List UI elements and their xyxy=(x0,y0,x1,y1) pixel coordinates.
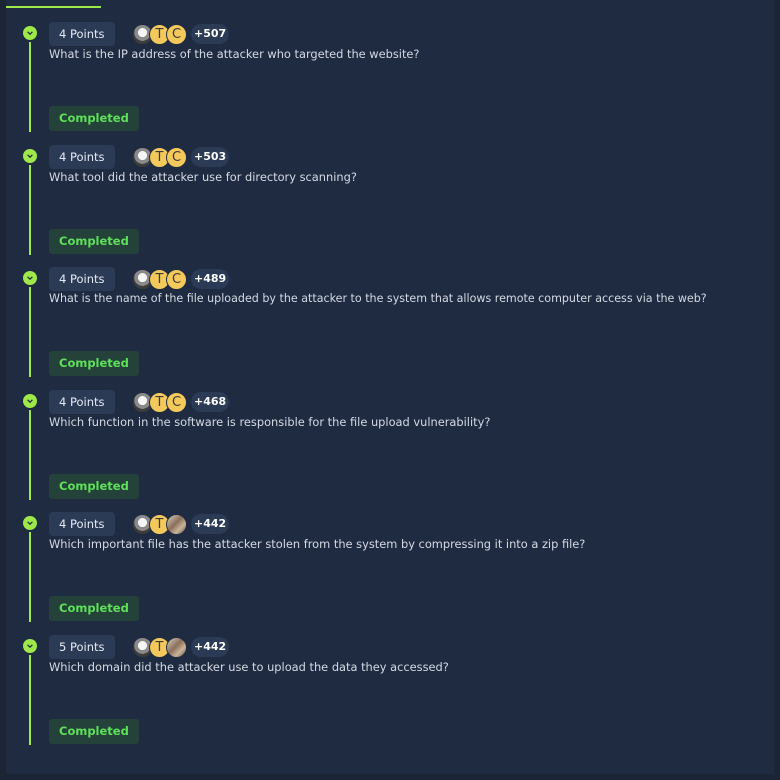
timeline-line xyxy=(29,532,31,622)
active-tab-indicator xyxy=(6,6,101,8)
status-badge: Completed xyxy=(49,351,139,376)
solver-count: +442 xyxy=(191,514,230,534)
points-badge: 4 Points xyxy=(49,22,115,46)
solver-avatars[interactable]: T C +507 xyxy=(132,23,230,45)
points-badge: 5 Points xyxy=(49,635,115,659)
solver-avatars[interactable]: T +442 xyxy=(132,513,230,535)
check-icon xyxy=(23,149,37,163)
solver-count: +507 xyxy=(191,24,230,44)
solver-count: +503 xyxy=(191,147,230,167)
solver-avatars[interactable]: T +442 xyxy=(132,636,230,658)
status-badge: Completed xyxy=(49,719,139,744)
solver-count: +442 xyxy=(191,637,230,657)
avatar xyxy=(166,636,187,658)
check-icon xyxy=(23,271,37,285)
timeline-line xyxy=(29,287,31,377)
status-badge: Completed xyxy=(49,229,139,254)
points-badge: 4 Points xyxy=(49,512,115,536)
avatar xyxy=(166,513,187,535)
points-badge: 4 Points xyxy=(49,267,115,291)
check-icon xyxy=(23,516,37,530)
timeline-line xyxy=(29,42,31,132)
solver-avatars[interactable]: T C +468 xyxy=(132,391,230,413)
question-text: What is the IP address of the attacker w… xyxy=(49,47,420,61)
question-text: What tool did the attacker use for direc… xyxy=(49,170,357,184)
avatar: C xyxy=(166,268,187,290)
question-text: Which function in the software is respon… xyxy=(49,415,491,429)
timeline-line xyxy=(29,410,31,500)
check-icon xyxy=(23,26,37,40)
question-text: Which important file has the attacker st… xyxy=(49,537,586,551)
status-badge: Completed xyxy=(49,596,139,621)
points-badge: 4 Points xyxy=(49,145,115,169)
solver-avatars[interactable]: T C +489 xyxy=(132,268,230,290)
avatar: C xyxy=(166,391,187,413)
solver-count: +468 xyxy=(191,392,230,412)
check-icon xyxy=(23,639,37,653)
solver-avatars[interactable]: T C +503 xyxy=(132,146,230,168)
status-badge: Completed xyxy=(49,474,139,499)
status-badge: Completed xyxy=(49,106,139,131)
timeline-line xyxy=(29,655,31,745)
question-text: Which domain did the attacker use to upl… xyxy=(49,660,449,674)
avatar: C xyxy=(166,146,187,168)
points-badge: 4 Points xyxy=(49,390,115,414)
check-icon xyxy=(23,394,37,408)
solver-count: +489 xyxy=(191,269,230,289)
question-text: What is the name of the file uploaded by… xyxy=(49,292,707,305)
task-panel: 4 Points T C +507 What is the IP address… xyxy=(6,0,774,774)
avatar: C xyxy=(166,23,187,45)
timeline-line xyxy=(29,165,31,255)
